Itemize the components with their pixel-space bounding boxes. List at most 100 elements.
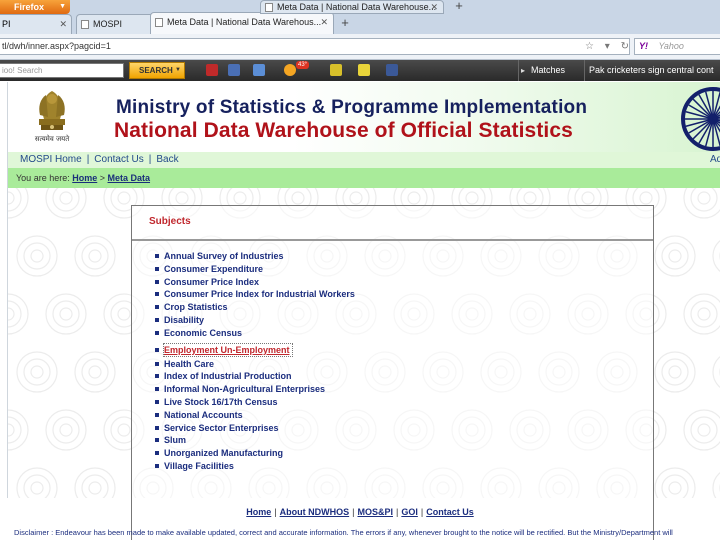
matches-button[interactable]: Matches — [518, 60, 565, 81]
subject-link[interactable]: Consumer Expenditure — [164, 264, 263, 274]
address-bar[interactable]: tl/dwh/inner.aspx?pagcid=1 — [0, 38, 630, 55]
firefox-menu-button[interactable]: Firefox ▼ — [0, 0, 70, 14]
yahoo-logo-icon: Y! — [639, 41, 648, 51]
toolbar-search-button[interactable]: SEARCH ▼ — [129, 62, 185, 79]
tab-4-title: Meta Data | National Data Warehouse... — [277, 2, 437, 12]
browser-search-box[interactable]: Y! Yahoo — [634, 38, 720, 55]
games-icon[interactable] — [358, 64, 370, 76]
dropdown-arrow-icon[interactable]: ▾ — [605, 41, 610, 52]
subject-item: Health Care — [155, 358, 355, 371]
subject-link[interactable]: Crop Statistics — [164, 302, 228, 312]
subject-item: Crop Statistics — [155, 301, 355, 314]
chevron-down-icon: ▼ — [175, 67, 181, 73]
site-header: सत्यमेव जयते Ministry of Statistics & Pr… — [8, 82, 720, 152]
notes-icon[interactable] — [330, 64, 342, 76]
breadcrumb-current[interactable]: Meta Data — [108, 173, 151, 183]
footer-link-home[interactable]: Home — [246, 507, 271, 517]
disclaimer-text: Disclaimer : Endeavour has been made to … — [14, 528, 673, 537]
breadcrumb-home[interactable]: Home — [72, 173, 97, 183]
subjects-panel: Subjects Annual Survey of Industries Cons… — [131, 205, 654, 540]
browser-search-placeholder: Yahoo — [658, 41, 684, 51]
facebook-icon[interactable] — [386, 64, 398, 76]
subject-link[interactable]: Unorganized Manufacturing — [164, 448, 283, 458]
nav-separator: | — [86, 154, 90, 165]
subject-link[interactable]: Consumer Price Index for Industrial Work… — [164, 289, 355, 299]
site-navigation: MOSPI Home | Contact Us | Back Ad — [8, 152, 720, 168]
footer-separator: | — [274, 507, 277, 517]
subject-link[interactable]: Service Sector Enterprises — [164, 423, 279, 433]
subjects-heading: Subjects — [149, 216, 191, 227]
address-text: tl/dwh/inner.aspx?pagcid=1 — [2, 41, 111, 51]
national-emblem-icon: सत्यमेव जयते — [35, 91, 70, 143]
footer-link-contact[interactable]: Contact Us — [426, 507, 474, 517]
subject-link[interactable]: Employment Un-Employment — [164, 345, 290, 355]
bookmark-star-icon[interactable]: ☆ — [585, 41, 594, 52]
subject-link[interactable]: Consumer Price Index — [164, 277, 259, 287]
subject-link[interactable]: Village Facilities — [164, 461, 234, 471]
subject-link[interactable]: Live Stock 16/17th Census — [164, 397, 278, 407]
weather-badge: 43° — [296, 61, 310, 69]
tab-3[interactable]: Meta Data | National Data Warehous... ✕ — [150, 12, 334, 34]
close-icon[interactable]: ✕ — [430, 1, 438, 13]
tab-2-title: MOSPI — [93, 19, 123, 29]
subject-item: Unorganized Manufacturing — [155, 447, 355, 460]
subject-link[interactable]: Index of Industrial Production — [164, 371, 292, 381]
subject-item: Disability — [155, 314, 355, 327]
browser-tab-bar: Firefox ▼ PI ✕ MOSPI ✕ Meta Data | Natio… — [0, 0, 720, 35]
subject-link[interactable]: Annual Survey of Industries — [164, 251, 284, 261]
web-page: सत्यमेव जयते Ministry of Statistics & Pr… — [0, 82, 720, 540]
footer-separator: | — [396, 507, 399, 517]
footer-link-mospi[interactable]: MOS&PI — [357, 507, 393, 517]
reload-icon[interactable]: ↻ — [621, 41, 629, 52]
subject-item: Consumer Expenditure — [155, 263, 355, 276]
subject-link[interactable]: Health Care — [164, 359, 214, 369]
nav-right-link[interactable]: Ad — [710, 152, 720, 168]
subject-item: Index of Industrial Production — [155, 370, 355, 383]
footer-separator: | — [352, 507, 355, 517]
subject-item: Employment Un-Employment — [155, 342, 293, 358]
close-icon[interactable]: ✕ — [59, 15, 67, 33]
browser-navigation-bar: tl/dwh/inner.aspx?pagcid=1 ☆ ▾ ↻ Y! Yaho… — [0, 34, 720, 60]
toolbar-search-label: SEARCH — [139, 66, 173, 75]
tab-1[interactable]: PI ✕ — [0, 14, 72, 34]
subject-item: Slum — [155, 434, 355, 447]
tab-3-title: Meta Data | National Data Warehous... — [167, 17, 322, 27]
nav-contact-us[interactable]: Contact Us — [94, 154, 143, 165]
subject-link[interactable]: Disability — [164, 315, 204, 325]
subject-item: Economic Census — [155, 327, 355, 340]
new-tab-button[interactable]: + — [450, 0, 468, 15]
breadcrumb: You are here: Home > Meta Data — [8, 168, 720, 188]
toolbar-search-input[interactable]: ioo! Search — [0, 63, 124, 78]
new-tab-button[interactable]: + — [336, 14, 354, 32]
footer-links: Home | About NDWHOS | MOS&PI | GOI | Contact Us — [0, 507, 720, 517]
subject-link[interactable]: Informal Non-Agricultural Enterprises — [164, 384, 325, 394]
subject-link[interactable]: Slum — [164, 435, 186, 445]
news-ticker[interactable]: Pak cricketers sign central cont — [584, 60, 720, 81]
subject-list: Annual Survey of Industries Consumer Expe… — [155, 250, 355, 473]
matches-label: Matches — [531, 65, 566, 75]
subject-item: Consumer Price Index — [155, 276, 355, 289]
page-icon — [155, 18, 163, 27]
mail-icon[interactable] — [253, 64, 265, 76]
chevron-down-icon: ▼ — [59, 3, 66, 10]
page-icon — [265, 3, 273, 12]
footer-link-goi[interactable]: GOI — [401, 507, 418, 517]
footer-link-about[interactable]: About NDWHOS — [280, 507, 350, 517]
nav-mospi-home[interactable]: MOSPI Home — [20, 154, 82, 165]
subject-link[interactable]: Economic Census — [164, 328, 242, 338]
tab-1-title: PI — [2, 19, 11, 29]
ndw-title: National Data Warehouse of Official Stat… — [114, 119, 573, 142]
subject-item: Consumer Price Index for Industrial Work… — [155, 288, 355, 301]
subject-link[interactable]: National Accounts — [164, 410, 243, 420]
bookmarks-icon[interactable] — [228, 64, 240, 76]
subject-item: Service Sector Enterprises — [155, 422, 355, 435]
breadcrumb-prefix: You are here: — [16, 173, 70, 183]
nav-back[interactable]: Back — [156, 154, 178, 165]
subject-item: Annual Survey of Industries — [155, 250, 355, 263]
nav-separator: | — [148, 154, 152, 165]
tab-4[interactable]: Meta Data | National Data Warehouse... ✕ — [260, 0, 444, 14]
antivirus-icon[interactable] — [206, 64, 218, 76]
subject-item: Informal Non-Agricultural Enterprises — [155, 383, 355, 396]
close-icon[interactable]: ✕ — [320, 13, 328, 31]
weather-icon[interactable] — [284, 64, 296, 76]
